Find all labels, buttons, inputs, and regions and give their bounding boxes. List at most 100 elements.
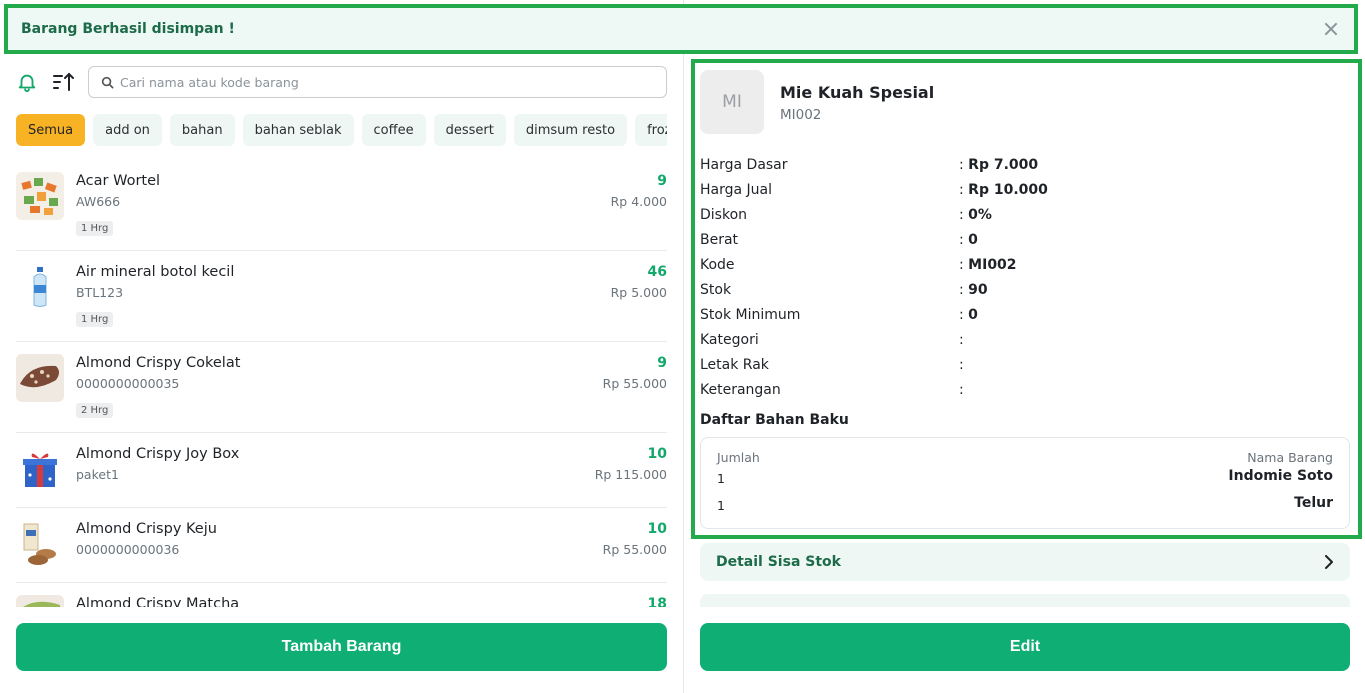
search-box <box>88 66 667 98</box>
detail-field-value-text: 90 <box>968 281 988 298</box>
item-stock: 18 <box>647 596 667 607</box>
detail-field: Keterangan: <box>700 377 1340 402</box>
bahan-name: Indomie Soto <box>1228 468 1333 484</box>
item-detail-card: MI Mie Kuah Spesial MI002 Harga Dasar: R… <box>691 59 1362 539</box>
item-price: Rp 55.000 <box>602 376 667 391</box>
item-price: Rp 115.000 <box>594 467 667 482</box>
edit-button[interactable]: Edit <box>700 623 1350 671</box>
category-chip[interactable]: add on <box>93 114 162 146</box>
category-chip[interactable]: dimsum resto <box>513 114 628 146</box>
toast-message: Barang Berhasil disimpan ! <box>21 21 235 37</box>
detail-field-label: Harga Dasar <box>700 156 788 173</box>
app-root: Barang Berhasil disimpan ! Semuaadd onba… <box>0 0 1365 693</box>
item-row[interactable]: Almond Crispy Joy Box paket1 10 Rp 115.000 <box>16 433 667 508</box>
item-stock: 9 <box>657 173 667 189</box>
close-icon[interactable] <box>1322 20 1340 38</box>
item-code: BTL123 <box>76 285 124 300</box>
bahan-name: Telur <box>1294 495 1333 511</box>
detail-field-label: Kode <box>700 256 735 273</box>
detail-field: Harga Dasar : Rp 7.000 <box>700 152 1340 177</box>
detail-field-label: Stok Minimum <box>700 306 801 323</box>
category-chip[interactable]: coffee <box>361 114 426 146</box>
item-row[interactable]: Acar Wortel AW666 1 Hrg 9 Rp 4.000 <box>16 160 667 251</box>
bahan-header-name: Nama Barang <box>1247 450 1333 465</box>
detail-field: Stok Minimum : 0 <box>700 302 1340 327</box>
detail-field-value-text: MI002 <box>968 256 1017 273</box>
item-name: Almond Crispy Matcha <box>76 596 240 607</box>
detail-field-label: Letak Rak <box>700 356 769 373</box>
item-code: 0000000000036 <box>76 542 180 557</box>
detail-stock-label: Detail Sisa Stok <box>716 554 841 570</box>
item-thumbnail <box>16 263 64 311</box>
item-name: Almond Crispy Cokelat <box>76 355 241 371</box>
item-row[interactable]: Almond Crispy Cokelat 0000000000035 2 Hrg 9… <box>16 342 667 433</box>
item-avatar: MI <box>700 70 764 134</box>
item-list-pane: Semuaadd onbahanbahan seblakcoffeedesser… <box>0 60 683 693</box>
category-filter: Semua add on bahan bahan seblak coffee desser… <box>16 114 667 146</box>
detail-field-value: : Rp 10.000 <box>959 181 1048 198</box>
detail-field-label: Keterangan <box>700 381 781 398</box>
item-price: Rp 55.000 <box>602 542 667 557</box>
category-chip[interactable]: frozen <box>635 114 667 146</box>
detail-field-label: Berat <box>700 231 739 248</box>
item-name: Air mineral botol kecil <box>76 264 235 280</box>
bell-icon[interactable] <box>16 71 38 93</box>
detail-field-value-text: Rp 10.000 <box>968 181 1048 198</box>
item-name: Acar Wortel <box>76 173 161 189</box>
detail-field-value: : MI002 <box>959 256 1017 273</box>
detail-stock-button[interactable]: Detail Sisa Stok <box>700 543 1350 581</box>
category-chip[interactable]: Semua <box>16 114 86 146</box>
price-count-badge: 1 Hrg <box>76 312 114 327</box>
item-code: paket1 <box>76 467 119 482</box>
list-toolbar <box>16 66 76 98</box>
detail-field-value: : 0 <box>959 306 978 323</box>
item-thumbnail <box>16 445 64 493</box>
detail-field: Kategori: <box>700 327 1340 352</box>
detail-field-value: : Rp 7.000 <box>959 156 1039 173</box>
detail-field-value-text: 0 <box>968 306 978 323</box>
detail-field: Stok : 90 <box>700 277 1340 302</box>
item-stock: 46 <box>647 264 667 280</box>
detail-field: Berat : 0 <box>700 227 1340 252</box>
detail-fields: Harga Dasar: Rp 7.000 Harga Jual: Rp 10.0… <box>700 152 1340 402</box>
detail-item-code: MI002 <box>780 107 822 123</box>
price-count-badge: 2 Hrg <box>76 403 114 418</box>
item-code: 0000000000035 <box>76 376 180 391</box>
item-row[interactable]: Almond Crispy Keju 0000000000036 10 Rp 55.0… <box>16 508 667 583</box>
category-chip[interactable]: bahan seblak <box>242 114 354 146</box>
item-row[interactable]: Air mineral botol kecil BTL123 1 Hrg 46 Rp 5… <box>16 251 667 342</box>
detail-field-value-text: 0% <box>968 206 992 223</box>
detail-field-label: Diskon <box>700 206 748 223</box>
bahan-baku-title: Daftar Bahan Baku <box>700 412 849 428</box>
bahan-qty: 1 <box>717 498 725 513</box>
detail-field-label: Harga Jual <box>700 181 773 198</box>
detail-field-value: : 90 <box>959 281 988 298</box>
chevron-right-icon <box>1325 555 1333 569</box>
success-toast: Barang Berhasil disimpan ! <box>4 4 1358 54</box>
bahan-header-qty: Jumlah <box>717 450 760 465</box>
detail-field-value: : 0 <box>959 231 978 248</box>
detail-field-value: : <box>959 381 964 398</box>
detail-field: Diskon: 0% <box>700 202 1340 227</box>
item-thumbnail <box>16 354 64 402</box>
item-stock: 9 <box>657 355 667 371</box>
detail-item-name: Mie Kuah Spesial <box>780 83 935 102</box>
category-chip[interactable]: dessert <box>433 114 506 146</box>
item-thumbnail <box>16 172 64 220</box>
item-stock: 10 <box>647 446 667 462</box>
price-count-badge: 1 Hrg <box>76 221 114 236</box>
detail-field-label: Kategori <box>700 331 759 348</box>
detail-field-label: Stok <box>700 281 732 298</box>
item-row[interactable]: Almond Crispy Matcha 18 <box>16 583 667 607</box>
item-name: Almond Crispy Joy Box <box>76 446 240 462</box>
item-stock: 10 <box>647 521 667 537</box>
detail-field-value: : <box>959 356 964 373</box>
item-code: AW666 <box>76 194 121 209</box>
category-chip[interactable]: bahan <box>169 114 235 146</box>
add-item-button[interactable]: Tambah Barang <box>16 623 667 671</box>
bahan-qty: 1 <box>717 471 725 486</box>
sort-icon[interactable] <box>52 71 76 93</box>
pane-divider <box>683 0 684 693</box>
search-input[interactable] <box>120 74 640 90</box>
item-list: Acar Wortel AW666 1 Hrg 9 Rp 4.000 Air minera… <box>16 160 667 607</box>
